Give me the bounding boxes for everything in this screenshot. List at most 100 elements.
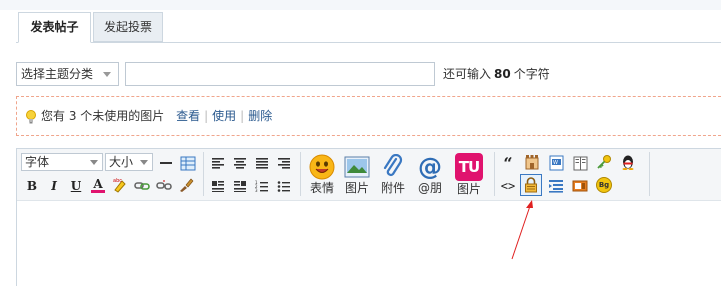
post-editor: 字体 大小 B I U A abc 1 2 3 表情 图片 附件 @ @朋 TU… <box>16 148 721 286</box>
tu-image-button[interactable]: TU 图片 <box>451 152 487 198</box>
align-center-icon <box>234 158 246 169</box>
index-button[interactable] <box>547 177 565 195</box>
code-icon: <> <box>500 179 516 193</box>
page-break-button[interactable] <box>571 154 589 172</box>
font-color-glyph: A <box>93 176 103 191</box>
attachment-label: 附件 <box>380 181 405 195</box>
horizontal-rule-button[interactable] <box>157 154 175 172</box>
underline-button[interactable]: U <box>67 177 85 195</box>
tu-icon: TU <box>458 158 480 176</box>
font-family-label: 字体 <box>25 155 50 169</box>
font-size-select[interactable]: 大小 <box>105 153 153 171</box>
toolbar-separator <box>494 152 495 196</box>
font-size-label: 大小 <box>109 155 134 169</box>
media-icon <box>572 180 588 192</box>
password-button[interactable] <box>595 153 613 171</box>
font-family-select[interactable]: 字体 <box>21 153 103 171</box>
font-color-button[interactable]: A <box>89 176 107 194</box>
use-images-link[interactable]: 使用 <box>212 109 236 123</box>
table-button[interactable] <box>179 154 197 172</box>
mention-friend-label: @朋 <box>417 181 442 195</box>
italic-glyph: I <box>51 179 57 193</box>
insert-image-button[interactable]: 图片 <box>339 152 375 198</box>
brush-icon <box>180 178 194 192</box>
char-count-hint: 还可输入 80 个字符 <box>443 62 550 86</box>
lock-icon <box>525 177 537 193</box>
view-images-link[interactable]: 查看 <box>176 109 200 123</box>
subject-input[interactable] <box>125 62 435 86</box>
insert-image-label: 图片 <box>344 181 369 195</box>
toolbar-separator <box>203 152 204 196</box>
table-icon <box>180 156 196 170</box>
svg-text:abc: abc <box>113 178 122 184</box>
italic-button[interactable]: I <box>45 177 63 195</box>
bold-button[interactable]: B <box>23 177 41 195</box>
quote-button[interactable]: “ <box>499 153 517 173</box>
svg-text:W: W <box>553 160 558 166</box>
emoticon-button[interactable]: 表情 <box>304 152 340 198</box>
qq-button[interactable] <box>619 153 637 171</box>
quote-icon: “ <box>503 153 513 173</box>
key-icon <box>597 155 611 169</box>
mention-friend-button[interactable]: @ @朋 <box>412 152 448 198</box>
word-doc-icon: W <box>549 155 563 171</box>
float-right-button[interactable] <box>231 177 249 195</box>
unused-images-notice: 您有 3 个未使用的图片 查看 | 使用 | 删除 <box>16 96 721 136</box>
tab-new-post[interactable]: 发表帖子 <box>18 12 91 43</box>
columns-icon <box>573 156 587 170</box>
background-button[interactable]: Bg <box>595 176 613 194</box>
svg-text:3: 3 <box>255 188 258 193</box>
char-hint-count: 80 <box>494 67 511 81</box>
subject-row: 选择主题分类 还可输入 80 个字符 <box>0 62 721 86</box>
post-type-tabs: 发表帖子 发起投票 <box>0 0 721 43</box>
format-painter-button[interactable] <box>177 176 195 194</box>
align-right-icon <box>278 158 290 169</box>
tab-new-poll[interactable]: 发起投票 <box>93 12 163 42</box>
align-right-button[interactable] <box>275 154 293 172</box>
underline-glyph: U <box>70 179 82 193</box>
ordered-list-icon: 123 <box>255 180 268 193</box>
flash-button[interactable] <box>571 177 589 195</box>
float-right-icon <box>234 181 246 192</box>
qq-penguin-icon <box>622 155 634 170</box>
ordered-list-button[interactable]: 123 <box>253 177 271 195</box>
remove-link-button[interactable] <box>155 177 173 195</box>
image-icon <box>344 156 370 178</box>
align-left-button[interactable] <box>209 154 227 172</box>
category-select[interactable]: 选择主题分类 <box>16 62 119 86</box>
code-button[interactable]: <> <box>499 177 517 195</box>
link-separator: | <box>240 109 245 123</box>
word-paste-button[interactable]: W <box>547 154 565 172</box>
background-color-button[interactable]: abc <box>111 176 129 194</box>
unordered-list-button[interactable] <box>275 177 293 195</box>
char-hint-prefix: 还可输入 <box>443 67 492 81</box>
editor-content-area[interactable] <box>17 201 721 286</box>
float-left-button[interactable] <box>209 177 227 195</box>
at-icon: @ <box>418 153 442 181</box>
unordered-list-icon <box>277 180 290 192</box>
castle-icon <box>525 155 539 170</box>
notice-text: 您有 3 个未使用的图片 <box>41 109 165 123</box>
delete-images-link[interactable]: 删除 <box>248 109 272 123</box>
attachment-button[interactable]: 附件 <box>375 152 411 198</box>
bold-glyph: B <box>26 179 38 193</box>
align-justify-button[interactable] <box>253 154 271 172</box>
toolbar-separator <box>300 152 301 196</box>
insert-link-button[interactable] <box>133 177 151 195</box>
link-separator: | <box>204 109 209 123</box>
category-select-label: 选择主题分类 <box>21 67 94 81</box>
align-center-button[interactable] <box>231 154 249 172</box>
emoticon-label: 表情 <box>309 181 334 195</box>
align-justify-icon <box>256 158 268 169</box>
indent-list-icon <box>549 180 563 193</box>
highlighter-icon: abc <box>113 178 126 193</box>
chevron-down-icon <box>90 160 98 165</box>
chevron-down-icon <box>103 72 111 77</box>
char-hint-suffix: 个字符 <box>513 67 550 81</box>
unlink-icon <box>156 180 172 190</box>
font-color-swatch <box>91 189 105 193</box>
align-left-icon <box>212 158 224 169</box>
free-content-button[interactable] <box>520 174 542 196</box>
paperclip-icon <box>383 154 403 176</box>
hide-content-button[interactable] <box>523 152 541 170</box>
